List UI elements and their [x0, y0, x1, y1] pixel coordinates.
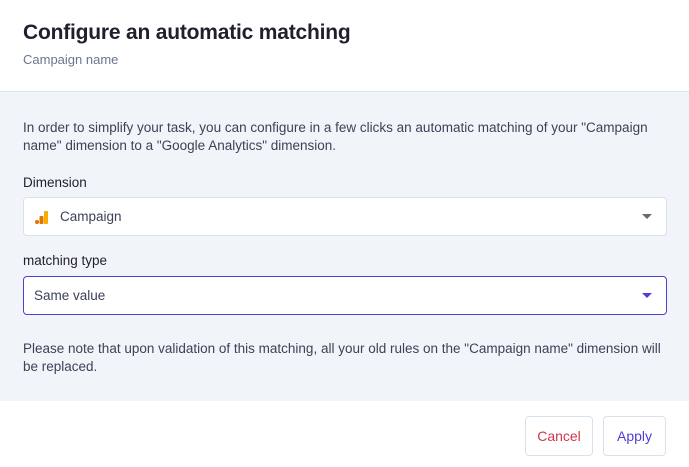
- dialog-header: Configure an automatic matching Campaign…: [0, 0, 689, 92]
- cancel-button[interactable]: Cancel: [525, 416, 593, 456]
- matching-type-select[interactable]: Same value: [23, 276, 667, 315]
- chevron-down-icon: [642, 214, 652, 219]
- replacement-note: Please note that upon validation of this…: [23, 341, 661, 374]
- intro-text: In order to simplify your task, you can …: [23, 120, 648, 153]
- dimension-value: Campaign: [60, 209, 122, 224]
- dialog-subtitle: Campaign name: [23, 52, 119, 67]
- apply-button[interactable]: Apply: [603, 416, 666, 456]
- matching-type-label: matching type: [23, 253, 108, 268]
- matching-type-value: Same value: [34, 288, 106, 303]
- dialog-body: In order to simplify your task, you can …: [0, 92, 689, 401]
- dialog-footer: Cancel Apply: [0, 401, 689, 467]
- dialog-title: Configure an automatic matching: [23, 21, 351, 44]
- matching-dialog: Configure an automatic matching Campaign…: [0, 0, 689, 467]
- google-analytics-icon: [35, 211, 48, 224]
- chevron-down-icon: [642, 293, 652, 298]
- dimension-select[interactable]: Campaign: [23, 197, 667, 236]
- dimension-label: Dimension: [23, 175, 87, 190]
